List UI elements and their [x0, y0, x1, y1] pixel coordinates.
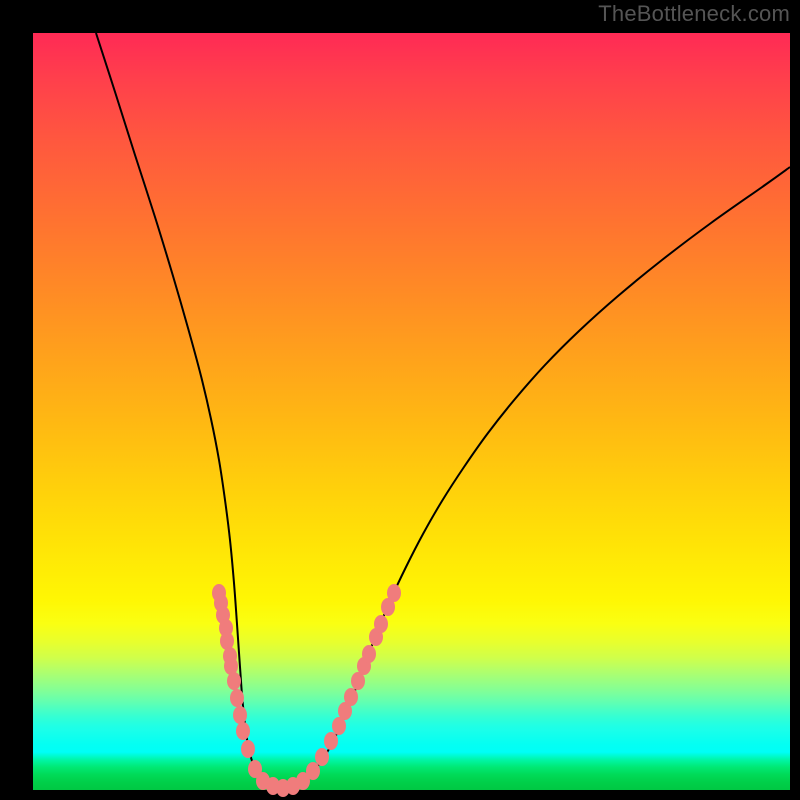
highlight-dot — [233, 706, 247, 724]
highlight-dot — [306, 762, 320, 780]
highlight-dot — [344, 688, 358, 706]
chart-svg — [33, 33, 790, 790]
highlight-dots-group — [212, 584, 401, 797]
highlight-dot — [241, 740, 255, 758]
highlight-dot — [220, 632, 234, 650]
highlight-dot — [227, 672, 241, 690]
highlight-dot — [387, 584, 401, 602]
highlight-dot — [236, 722, 250, 740]
highlight-dot — [224, 657, 238, 675]
highlight-dot — [362, 645, 376, 663]
watermark-text: TheBottleneck.com — [598, 1, 790, 27]
highlight-dot — [374, 615, 388, 633]
highlight-dot — [315, 748, 329, 766]
highlight-dot — [230, 689, 244, 707]
highlight-dot — [324, 732, 338, 750]
chart-frame: TheBottleneck.com — [0, 0, 800, 800]
curve-left-arm — [96, 33, 279, 788]
